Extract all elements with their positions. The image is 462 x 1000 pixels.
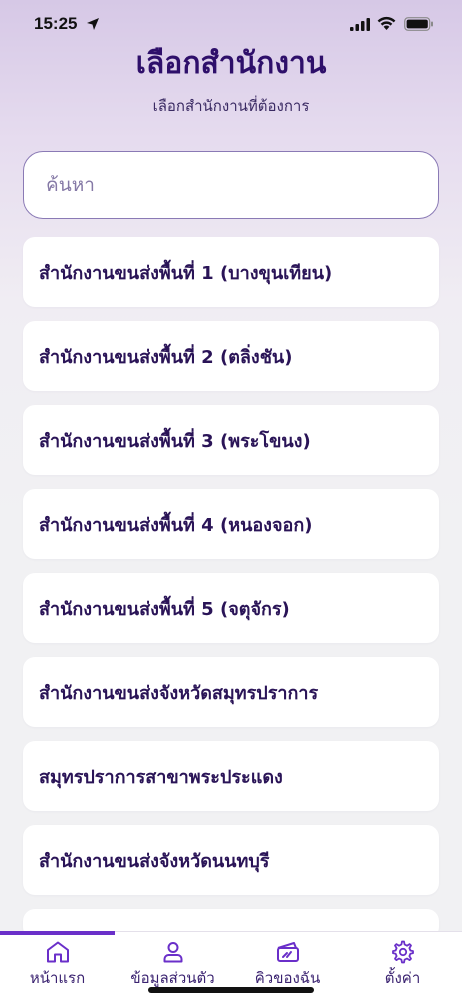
gear-icon	[391, 940, 414, 964]
office-item-area-5[interactable]: สำนักงานขนส่งพื้นที่ 5 (จตุจักร)	[23, 573, 439, 643]
home-icon	[46, 941, 69, 963]
office-item-samut-prakan[interactable]: สำนักงานขนส่งจังหวัดสมุทรปราการ	[23, 657, 439, 727]
cellular-signal-icon	[350, 18, 370, 31]
wifi-icon	[377, 16, 396, 30]
user-icon	[163, 942, 182, 963]
office-item-area-3[interactable]: สำนักงานขนส่งพื้นที่ 3 (พระโขนง)	[23, 405, 439, 475]
page-subtitle: เลือกสำนักงานที่ต้องการ	[152, 97, 310, 115]
status-time: 15:25	[34, 14, 78, 33]
office-item-area-1[interactable]: สำนักงานขนส่งพื้นที่ 1 (บางขุนเทียน)	[23, 237, 439, 307]
tab-settings-label: ตั้งค่า	[384, 969, 421, 987]
location-arrow-icon	[87, 18, 99, 30]
page-title: เลือกสำนักงาน	[135, 46, 327, 81]
office-item-nonthaburi[interactable]: สำนักงานขนส่งจังหวัดนนทบุรี	[23, 825, 439, 895]
tab-settings[interactable]: ตั้งค่า	[345, 932, 460, 1000]
office-list: สำนักงานขนส่งพื้นที่ 1 (บางขุนเทียน) สำน…	[23, 237, 439, 953]
tab-home[interactable]: หน้าแรก	[0, 932, 115, 1000]
ticket-icon	[276, 942, 299, 962]
search-input[interactable]	[23, 151, 439, 219]
office-item-phra-pradaeng[interactable]: สมุทรปราการสาขาพระประแดง	[23, 741, 439, 811]
office-item-area-2[interactable]: สำนักงานขนส่งพื้นที่ 2 (ตลิ่งชัน)	[23, 321, 439, 391]
home-indicator	[148, 987, 314, 993]
office-item-area-4[interactable]: สำนักงานขนส่งพื้นที่ 4 (หนองจอก)	[23, 489, 439, 559]
battery-icon	[404, 17, 433, 31]
tab-home-label: หน้าแรก	[29, 969, 86, 987]
